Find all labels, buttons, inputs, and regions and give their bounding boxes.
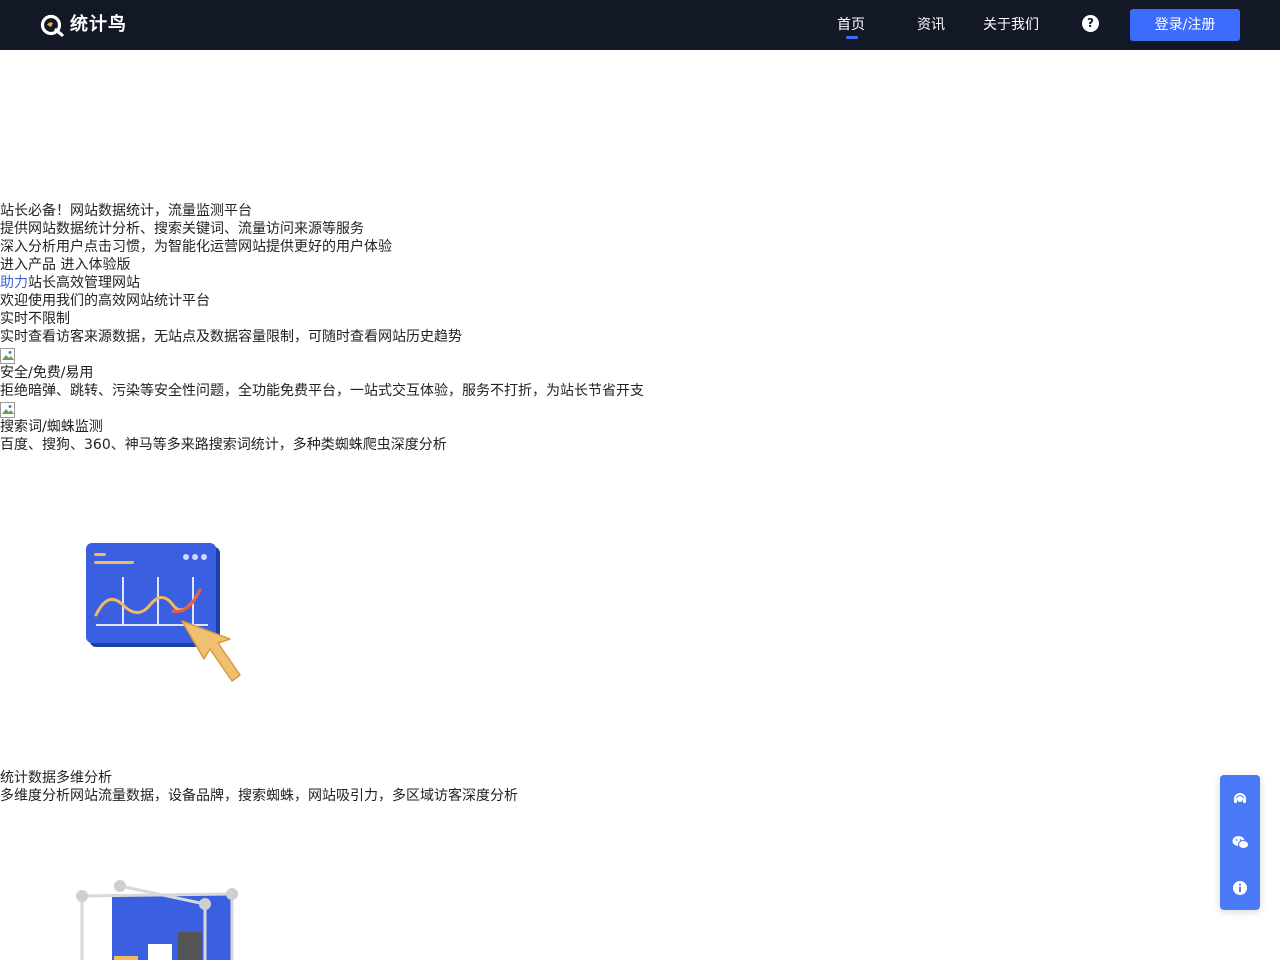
hero-subtitle-1: 提供网站数据统计分析、搜索关键词、流量访问来源等服务 xyxy=(0,221,364,237)
analysis-title: 统计数据多维分析 xyxy=(0,770,112,786)
wechat-icon[interactable] xyxy=(1220,820,1260,865)
feature-desc-secure: 拒绝暗弹、跳转、污染等安全性问题，全功能免费平台，一站式交互体验，服务不打折，为… xyxy=(0,383,644,399)
feature-title-search: 搜索词/蜘蛛监测 xyxy=(0,419,103,435)
bar-cube-illustration xyxy=(76,880,238,960)
hero-buttons: 进入产品 进入体验版 xyxy=(0,256,1000,274)
nav-active-indicator xyxy=(846,36,858,39)
floating-contact-bar xyxy=(1220,775,1260,910)
hero-subtitle-2: 深入分析用户点击习惯，为智能化运营网站提供更好的用户体验 xyxy=(0,239,392,255)
enter-product-link[interactable]: 进入产品 xyxy=(0,257,56,273)
section-intro: 欢迎使用我们的高效网站统计平台 xyxy=(0,293,210,309)
top-navbar: 统计鸟 首页 资讯 关于我们 ? 登录/注册 xyxy=(0,0,1280,50)
info-icon[interactable] xyxy=(1220,865,1260,910)
login-register-button[interactable]: 登录/注册 xyxy=(1130,9,1240,41)
chart-window-illustration xyxy=(86,543,241,682)
analysis-desc: 多维度分析网站流量数据，设备品牌，搜索蜘蛛，网站吸引力，多区域访客深度分析 xyxy=(0,788,518,804)
nav-about[interactable]: 关于我们 xyxy=(983,16,1039,34)
logo-bird-icon xyxy=(40,14,64,37)
logo-text: 统计鸟 xyxy=(70,14,127,35)
feature-desc-realtime: 实时查看访客来源数据，无站点及数据容量限制，可随时查看网站历史趋势 xyxy=(0,329,462,345)
enter-demo-link[interactable]: 进入体验版 xyxy=(60,257,130,273)
broken-image-icon xyxy=(0,348,16,364)
feature-title-realtime: 实时不限制 xyxy=(0,311,70,327)
nav-home[interactable]: 首页 xyxy=(837,16,865,34)
feature-title-secure: 安全/免费/易用 xyxy=(0,365,94,381)
feature-desc-search: 百度、搜狗、360、神马等多来路搜索词统计，多种类蜘蛛爬虫深度分析 xyxy=(0,437,447,453)
analysis-caption: 统计数据多维分析 多维度分析网站流量数据，设备品牌，搜索蜘蛛，网站吸引力，多区域… xyxy=(0,769,518,805)
logo[interactable]: 统计鸟 xyxy=(40,12,127,38)
section-heading: 助力站长高效管理网站 xyxy=(0,274,1000,292)
broken-image-icon xyxy=(0,402,16,418)
hero-title: 站长必备！网站数据统计，流量监测平台 xyxy=(0,203,252,219)
section-heading-rest: 站长高效管理网站 xyxy=(28,275,140,291)
main-content: 站长必备！网站数据统计，流量监测平台 提供网站数据统计分析、搜索关键词、流量访问… xyxy=(0,202,1000,454)
nav-news[interactable]: 资讯 xyxy=(917,16,945,34)
question-circle-icon[interactable]: ? xyxy=(1082,15,1099,32)
section-heading-accent: 助力 xyxy=(0,275,28,291)
customer-service-icon[interactable] xyxy=(1220,775,1260,820)
